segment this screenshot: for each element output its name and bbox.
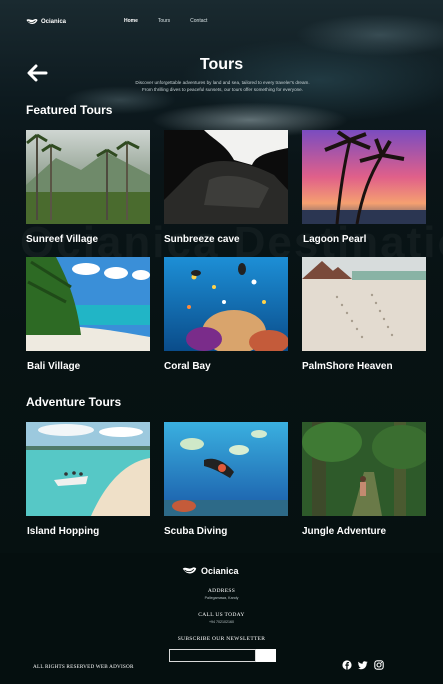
tour-image-sunbreeze-cave[interactable] <box>164 130 288 224</box>
address-value: Pallegamawa, Kandy <box>204 596 239 600</box>
adventure-tours-heading: Adventure Tours <box>26 395 122 409</box>
tour-image-lagoon-pearl[interactable] <box>302 130 426 224</box>
nav-tours[interactable]: Tours <box>158 18 170 24</box>
tour-label[interactable]: Sunreef Village <box>26 234 98 245</box>
footer-logo[interactable]: Ocianica <box>182 565 239 576</box>
brand-logo[interactable]: Ocianica <box>26 17 66 26</box>
social-links <box>342 657 384 670</box>
page-title: Tours <box>199 56 244 73</box>
call-value: +94 702102160 <box>208 620 235 624</box>
nav-contact[interactable]: Contact <box>190 18 207 24</box>
top-navbar: Ocianica Home Tours Contact <box>0 16 443 30</box>
wave-logo-icon <box>26 18 38 24</box>
tour-image-island-hopping[interactable] <box>26 422 150 516</box>
tour-image-scuba-diving[interactable] <box>164 422 288 516</box>
tour-image-bali-village[interactable] <box>26 257 150 351</box>
featured-tours-heading: Featured Tours <box>26 103 113 117</box>
newsletter-subscribe-button[interactable] <box>256 649 276 662</box>
twitter-icon[interactable] <box>358 657 368 670</box>
newsletter-email-input[interactable] <box>169 649 256 662</box>
address-heading: ADDRESS <box>207 588 236 594</box>
newsletter-heading: SUBSCRIBE OUR NEWSLETTER <box>177 636 266 642</box>
tour-image-sunreef-village[interactable] <box>26 130 150 224</box>
page-subtitle: Discover unforgettable adventures by lan… <box>110 80 335 93</box>
tour-label[interactable]: Scuba Diving <box>164 526 227 537</box>
tour-label[interactable]: Coral Bay <box>164 361 211 372</box>
nav-home[interactable]: Home <box>124 18 138 24</box>
tour-image-palmshore-heaven[interactable] <box>302 257 426 351</box>
call-heading: CALL US TODAY <box>198 612 245 618</box>
facebook-icon[interactable] <box>342 657 352 670</box>
footer-brand-name: Ocianica <box>201 565 239 576</box>
nav-links: Home Tours Contact <box>124 18 207 24</box>
site-footer: Ocianica ADDRESS Pallegamawa, Kandy CALL… <box>0 553 443 684</box>
copyright-text: ALL RIGHTS RESERVED WEB ADVISOR <box>33 664 134 670</box>
subtitle-line-1: Discover unforgettable adventures by lan… <box>135 80 310 85</box>
tour-label[interactable]: Jungle Adventure <box>302 526 386 537</box>
tour-image-coral-bay[interactable] <box>164 257 288 351</box>
tour-label[interactable]: Bali Village <box>27 361 80 372</box>
tour-label[interactable]: Island Hopping <box>27 526 99 537</box>
instagram-icon[interactable] <box>374 657 384 670</box>
tour-label[interactable]: Sunbreeze cave <box>164 234 240 245</box>
wave-logo-icon <box>182 567 197 574</box>
tour-label[interactable]: Lagoon Pearl <box>303 234 366 245</box>
tour-label[interactable]: PalmShore Heaven <box>302 361 393 372</box>
brand-name: Ocianica <box>41 18 67 25</box>
subtitle-line-2: From thrilling dives to peaceful sunsets… <box>141 86 304 92</box>
tour-image-jungle-adventure[interactable] <box>302 422 426 516</box>
